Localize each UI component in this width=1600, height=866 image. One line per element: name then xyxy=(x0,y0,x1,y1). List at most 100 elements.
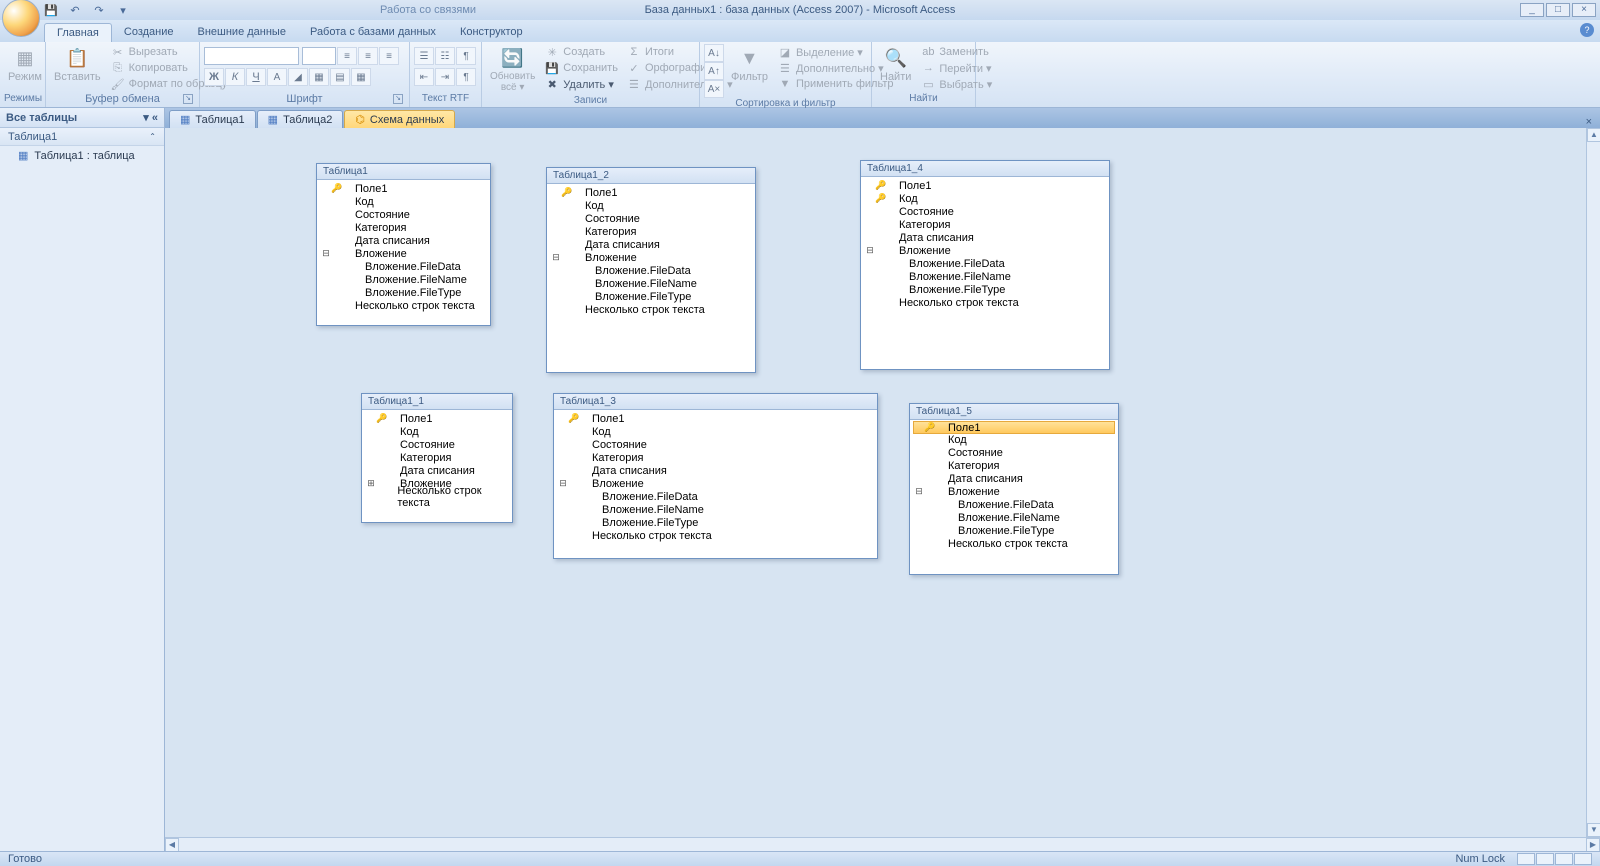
close-tab-button[interactable]: × xyxy=(1582,116,1596,128)
table-field[interactable]: Категория xyxy=(321,221,486,234)
collapse-icon[interactable]: ⊟ xyxy=(321,248,331,259)
ribbon-tab[interactable]: Конструктор xyxy=(448,23,535,42)
ribbon-tab[interactable]: Внешние данные xyxy=(186,23,298,42)
table-field[interactable]: Вложение.FileData xyxy=(321,260,486,273)
table-box[interactable]: Таблица1_1🔑Поле1КодСостояниеКатегорияДат… xyxy=(361,393,513,523)
scroll-right-button[interactable]: ▶ xyxy=(1586,838,1600,851)
bullets-button[interactable]: ☰ xyxy=(414,47,434,65)
table-field[interactable]: Вложение.FileName xyxy=(551,277,751,290)
nav-category[interactable]: Таблица1 ⌃ xyxy=(0,128,164,146)
table-field[interactable]: 🔑Поле1 xyxy=(366,412,508,425)
find-button[interactable]: 🔍Найти xyxy=(876,44,915,85)
alt-row-button[interactable]: ▤ xyxy=(330,68,350,86)
table-field[interactable]: Несколько строк текста xyxy=(551,303,751,316)
close-button[interactable]: × xyxy=(1572,3,1596,17)
view-sql-button[interactable] xyxy=(1555,853,1573,865)
scroll-down-button[interactable]: ▼ xyxy=(1587,823,1600,837)
font-color-button[interactable]: A xyxy=(267,68,287,86)
scroll-track[interactable] xyxy=(179,838,1586,851)
table-field[interactable]: Вложение.FileData xyxy=(558,490,873,503)
align-left-button[interactable]: ≡ xyxy=(337,47,357,65)
gridlines2-button[interactable]: ▦ xyxy=(351,68,371,86)
table-field[interactable]: Категория xyxy=(366,451,508,464)
table-field[interactable]: Дата списания xyxy=(551,238,751,251)
indent-dec-button[interactable]: ⇤ xyxy=(414,68,434,86)
save-record-button[interactable]: 💾Сохранить xyxy=(542,60,621,76)
refresh-all-button[interactable]: 🔄Обновить всё ▾ xyxy=(486,44,539,95)
filter-button[interactable]: ▼Фильтр xyxy=(727,44,772,85)
table-field[interactable]: Состояние xyxy=(558,438,873,451)
table-field[interactable]: Несколько строк текста xyxy=(558,529,873,542)
table-field[interactable]: 🔑Код xyxy=(865,192,1105,205)
table-field[interactable]: Вложение.FileType xyxy=(551,290,751,303)
table-field[interactable]: Дата списания xyxy=(321,234,486,247)
help-icon[interactable]: ? xyxy=(1580,23,1594,37)
font-size-combo[interactable] xyxy=(302,47,336,65)
table-field[interactable]: Вложение.FileName xyxy=(865,270,1105,283)
table-field[interactable]: ⊟Вложение xyxy=(914,485,1114,498)
view-design-button[interactable] xyxy=(1536,853,1554,865)
table-box[interactable]: Таблица1_4 🔑Поле1🔑КодСостояниеКатегорияДа… xyxy=(860,160,1110,370)
document-tab[interactable]: ▦Таблица2 xyxy=(257,110,344,128)
goto-button[interactable]: →Перейти ▾ xyxy=(918,60,995,76)
select-button[interactable]: ▭Выбрать ▾ xyxy=(918,76,995,92)
table-field[interactable]: Вложение.FileType xyxy=(558,516,873,529)
indent-inc-button[interactable]: ⇥ xyxy=(435,68,455,86)
table-field[interactable]: Дата списания xyxy=(366,464,508,477)
table-field[interactable]: 🔑Поле1 xyxy=(865,179,1105,192)
table-field[interactable]: Несколько строк текста xyxy=(321,299,486,312)
table-field[interactable]: 🔑Поле1 xyxy=(558,412,873,425)
sort-asc-button[interactable]: A↓ xyxy=(704,44,724,62)
table-field[interactable]: Категория xyxy=(914,459,1114,472)
table-field[interactable]: Вложение.FileName xyxy=(321,273,486,286)
document-tab[interactable]: ▦Таблица1 xyxy=(169,110,256,128)
table-box-title[interactable]: Таблица1_2 xyxy=(547,168,755,184)
paste-button[interactable]: 📋Вставить xyxy=(50,44,105,85)
collapse-icon[interactable]: ⊟ xyxy=(865,245,875,256)
scroll-track[interactable] xyxy=(1587,142,1600,823)
table-field[interactable]: Дата списания xyxy=(865,231,1105,244)
horizontal-scrollbar[interactable]: ◀ ▶ xyxy=(165,837,1600,851)
table-field[interactable]: ⊟Вложение xyxy=(865,244,1105,257)
table-field[interactable]: Категория xyxy=(865,218,1105,231)
table-field[interactable]: Код xyxy=(558,425,873,438)
table-field[interactable]: Вложение.FileName xyxy=(558,503,873,516)
table-field[interactable]: 🔑Поле1 xyxy=(551,186,751,199)
minimize-button[interactable]: _ xyxy=(1520,3,1544,17)
italic-button[interactable]: К xyxy=(225,68,245,86)
font-name-combo[interactable] xyxy=(204,47,299,65)
view-datasheet-button[interactable] xyxy=(1517,853,1535,865)
table-field[interactable]: Вложение.FileType xyxy=(865,283,1105,296)
table-field[interactable]: Вложение.FileData xyxy=(865,257,1105,270)
table-field[interactable]: Состояние xyxy=(865,205,1105,218)
table-field[interactable]: Дата списания xyxy=(558,464,873,477)
scroll-left-button[interactable]: ◀ xyxy=(165,838,179,851)
collapse-icon[interactable]: ⊟ xyxy=(914,486,924,497)
table-box[interactable]: Таблица1_2🔑Поле1КодСостояниеКатегорияДат… xyxy=(546,167,756,373)
table-field[interactable]: Категория xyxy=(551,225,751,238)
table-field[interactable]: Вложение.FileType xyxy=(914,524,1114,537)
maximize-button[interactable]: □ xyxy=(1546,3,1570,17)
dialog-launcher[interactable]: ↘ xyxy=(393,94,403,104)
view-layout-button[interactable] xyxy=(1574,853,1592,865)
table-field[interactable]: 🔑Поле1 xyxy=(321,182,486,195)
view-mode-button[interactable]: ▦Режим xyxy=(4,44,46,85)
table-box[interactable]: Таблица1_3🔑Поле1КодСостояниеКатегорияДат… xyxy=(553,393,878,559)
table-field[interactable]: Вложение.FileName xyxy=(914,511,1114,524)
table-box-title[interactable]: Таблица1_4 xyxy=(861,161,1109,177)
table-field[interactable]: Несколько строк текста xyxy=(366,490,508,503)
table-box[interactable]: Таблица1🔑Поле1КодСостояниеКатегорияДата … xyxy=(316,163,491,326)
fill-color-button[interactable]: ◢ xyxy=(288,68,308,86)
gridlines-button[interactable]: ▦ xyxy=(309,68,329,86)
table-field[interactable]: Код xyxy=(366,425,508,438)
expand-icon[interactable]: ⊞ xyxy=(366,478,376,489)
table-field[interactable]: Состояние xyxy=(914,446,1114,459)
rtl-button[interactable]: ¶ xyxy=(456,68,476,86)
table-box-title[interactable]: Таблица1_1 xyxy=(362,394,512,410)
relationships-canvas[interactable]: Таблица1🔑Поле1КодСостояниеКатегорияДата … xyxy=(165,128,1586,837)
table-box[interactable]: Таблица1_5🔑Поле1КодСостояниеКатегорияДат… xyxy=(909,403,1119,575)
table-field[interactable]: Код xyxy=(914,433,1114,446)
table-field[interactable]: Вложение.FileData xyxy=(914,498,1114,511)
table-field[interactable]: Несколько строк текста xyxy=(865,296,1105,309)
numbering-button[interactable]: ☷ xyxy=(435,47,455,65)
